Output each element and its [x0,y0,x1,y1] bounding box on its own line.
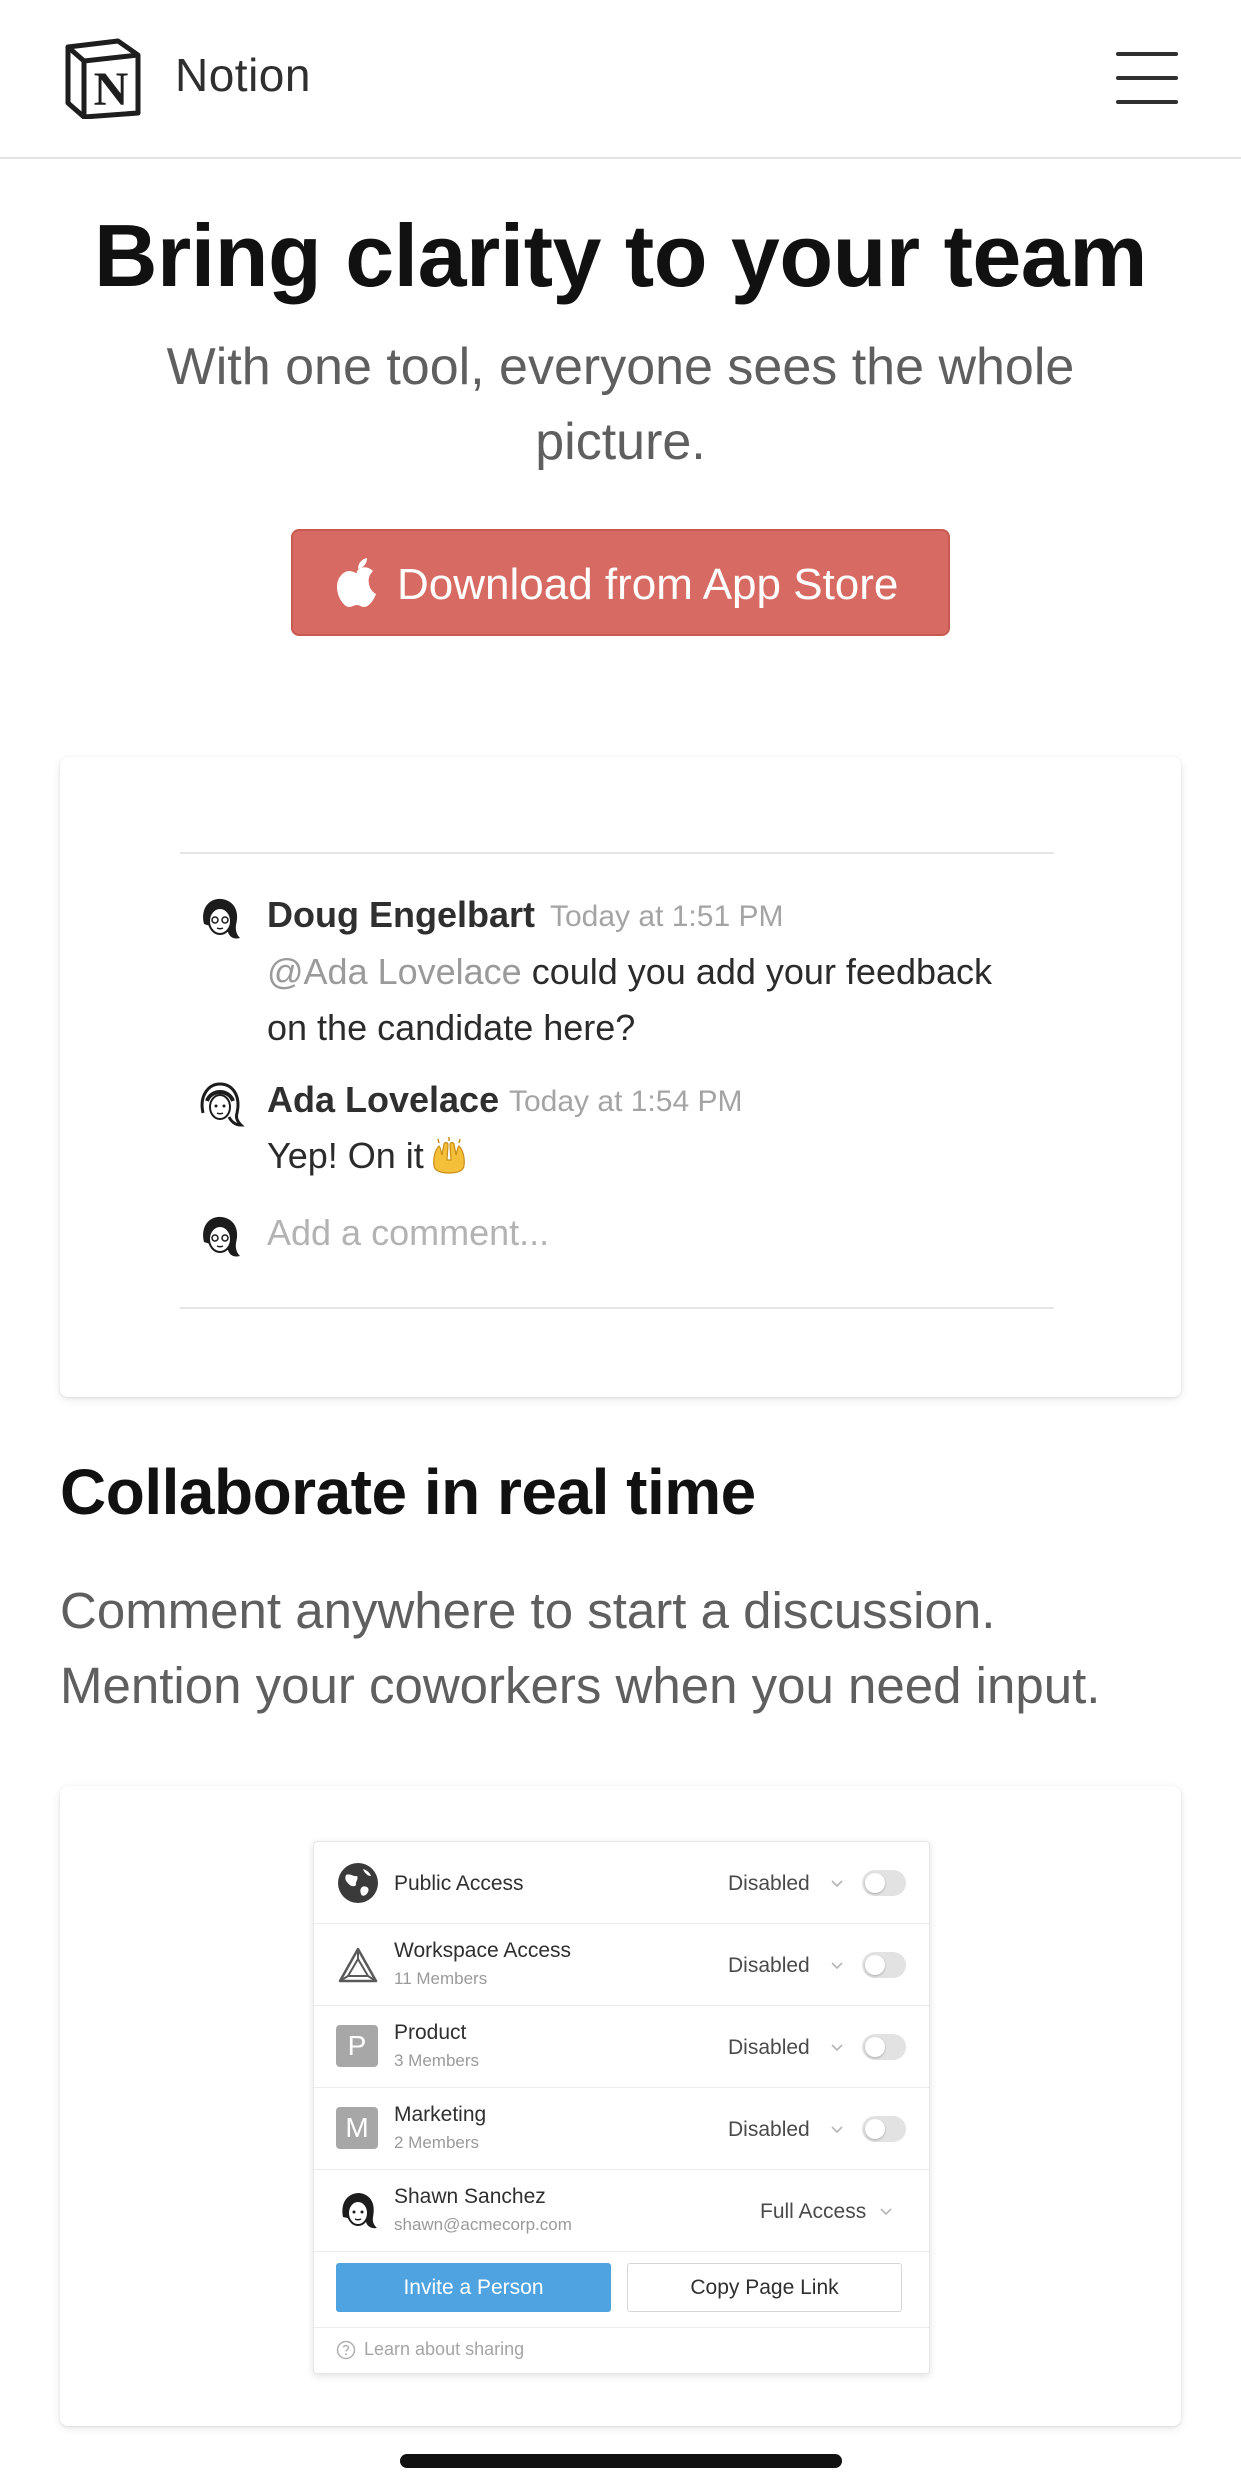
comments-card: Doug Engelbart Today at 1:51 PM @Ada Lov… [60,757,1181,1397]
comment-text: Yep! On it [267,1128,468,1184]
invite-person-button[interactable]: Invite a Person [336,2263,611,2312]
access-dropdown[interactable]: Disabled [728,1872,810,1896]
marketing-access-toggle[interactable] [862,2116,906,2142]
svg-text:N: N [94,63,129,116]
share-row-public-access: Public Access Disabled [314,1842,929,1924]
current-user-avatar-icon [196,1213,244,1261]
chevron-down-icon [831,2126,843,2134]
download-app-store-button[interactable]: Download from App Store [291,529,950,636]
top-nav-bar: N Notion [0,0,1241,159]
share-row-email: shawn@acmecorp.com [394,2215,572,2234]
apple-icon [337,558,376,607]
comment-author[interactable]: Ada Lovelace [267,1079,499,1121]
share-row-name: Shawn Sanchez [394,2185,546,2208]
share-row-members: 3 Members [394,2051,480,2070]
raised-hands-emoji [432,1137,465,1174]
divider [180,852,1054,854]
learn-about-sharing-link[interactable]: Learn about sharing [364,2339,524,2360]
section-title: Collaborate in real time [60,1456,756,1528]
group-letter-icon: P [336,2025,378,2067]
share-row-name: Workspace Access [394,1939,572,1962]
public-access-toggle[interactable] [862,1870,906,1896]
hero-title: Bring clarity to your team [93,206,1148,305]
comment-text-continued: on the candidate here? [267,1007,636,1048]
avatar-icon [337,2190,379,2232]
section-description: Comment anywhere to start a discussion. … [60,1582,1101,1714]
add-comment-input[interactable]: Add a comment... [267,1212,549,1254]
comment-timestamp: Today at 1:54 PM [509,1085,743,1118]
share-row-members: 2 Members [394,2133,480,2152]
help-icon [336,2340,356,2360]
share-row-workspace-access: Workspace Access 11 Members Disabled [314,1924,929,2006]
share-row-marketing: M Marketing 2 Members Disabled [314,2088,929,2170]
divider [180,1307,1054,1309]
access-dropdown[interactable]: Disabled [728,2036,810,2060]
access-dropdown[interactable]: Full Access [760,2200,866,2224]
copy-page-link-button[interactable]: Copy Page Link [627,2263,902,2312]
sharing-card: Public Access Disabled Workspace Access … [60,1786,1181,2426]
chevron-down-icon [831,1962,843,1970]
globe-icon [338,1863,378,1903]
workspace-access-toggle[interactable] [862,1952,906,1978]
group-letter-icon: M [336,2107,378,2149]
share-row-name: Public Access [394,1872,524,1895]
product-access-toggle[interactable] [862,2034,906,2060]
hamburger-menu-icon[interactable] [1116,52,1178,104]
comment-text: @Ada Lovelace could you add your feedbac… [267,951,993,992]
user-mention[interactable]: @Ada Lovelace [267,951,522,992]
download-button-label: Download from App Store [397,560,899,609]
share-row-product: P Product 3 Members Disabled [314,2006,929,2088]
share-row-members: 11 Members [394,1969,488,1988]
comment-timestamp: Today at 1:51 PM [550,900,784,933]
home-indicator[interactable] [400,2454,842,2468]
sharing-footer: Learn about sharing [314,2327,929,2373]
share-row-name: Marketing [394,2103,487,2126]
access-dropdown[interactable]: Disabled [728,1954,810,1978]
ada-avatar-icon [196,1080,245,1128]
share-row-person: Shawn Sanchez shawn@acmecorp.com Full Ac… [314,2170,929,2252]
notion-logo-icon[interactable]: N [60,35,144,119]
workspace-triangle-icon [338,1947,378,1983]
hero-subtitle: With one tool, everyone sees the whole p… [166,338,1075,471]
chevron-down-icon [831,2044,843,2052]
doug-avatar-icon [196,895,244,943]
brand-name[interactable]: Notion [175,48,311,102]
chevron-down-icon [831,1880,843,1888]
comment-author[interactable]: Doug Engelbart [267,894,535,936]
access-dropdown[interactable]: Disabled [728,2118,810,2142]
chevron-down-icon [880,2208,892,2216]
share-row-name: Product [394,2021,467,2044]
sharing-panel: Public Access Disabled Workspace Access … [313,1841,930,2374]
